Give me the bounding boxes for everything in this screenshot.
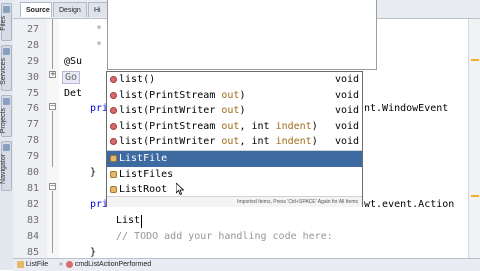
completion-item[interactable]: list() void	[107, 72, 362, 88]
tab-design[interactable]: Design	[53, 2, 87, 17]
files-tab-label: Files	[0, 16, 7, 31]
fold-guide-line	[52, 191, 53, 253]
javadoc-popup	[107, 0, 377, 70]
line-number: 78	[26, 135, 39, 146]
side-panel-strip: Files Services Projects Navigator	[0, 0, 14, 270]
code-line-tail: nt.WindowEvent	[364, 103, 449, 114]
code-line: *	[96, 24, 103, 35]
line-number: 27	[26, 24, 39, 35]
projects-icon	[3, 98, 10, 105]
code-line: Det	[64, 88, 83, 99]
code-completion-popup[interactable]: list() void list(PrintStream out) void l…	[106, 71, 363, 207]
line-number: 82	[26, 199, 39, 210]
code-line-annotation: @Su	[64, 56, 83, 67]
code-line-comment: // TODO add your handling code here:	[116, 231, 333, 242]
line-number: 80	[26, 167, 39, 178]
code-line: *	[96, 40, 103, 51]
line-number: 75	[26, 88, 39, 99]
completion-item[interactable]: list(PrintStream out) void	[107, 88, 362, 104]
line-number: 76	[26, 103, 39, 114]
breadcrumb-method[interactable]: » cmdListActionPerformed	[59, 259, 151, 270]
tab-history[interactable]: Hi	[88, 2, 108, 17]
class-icon	[110, 170, 117, 178]
expand-fold-icon[interactable]: +	[49, 71, 56, 78]
services-tab-label: Services	[0, 58, 7, 85]
navigator-tab[interactable]: Navigator	[0, 141, 12, 191]
services-tab[interactable]: Services	[0, 45, 12, 91]
method-icon	[65, 261, 73, 268]
code-line: }	[90, 167, 97, 178]
line-number: 77	[26, 119, 39, 130]
code-line-tail: wt.event.Action	[364, 199, 455, 210]
files-tab[interactable]: Files	[0, 3, 12, 41]
line-number: 28	[26, 40, 39, 51]
method-icon	[110, 122, 117, 130]
class-icon	[110, 155, 117, 162]
method-icon	[110, 91, 117, 99]
code-line-folded: Go	[62, 70, 81, 86]
projects-tab[interactable]: Projects	[0, 95, 12, 137]
completion-hint: Imported Items, Press 'Ctrl+SPACE' Again…	[107, 196, 362, 207]
class-icon	[110, 186, 117, 193]
breadcrumb-separator-icon: »	[59, 261, 63, 268]
line-number: 83	[26, 215, 39, 226]
code-fold-column: + − −	[47, 19, 59, 258]
line-number: 79	[26, 151, 39, 162]
breadcrumb-class[interactable]: ListFile	[17, 259, 48, 270]
fold-guide-line	[52, 19, 53, 69]
tab-source[interactable]: Source	[20, 2, 52, 17]
services-icon	[3, 48, 10, 55]
mouse-pointer-icon	[176, 183, 184, 195]
completion-item[interactable]: list(PrintStream out, int indent) void	[107, 119, 362, 135]
code-line-typed: List	[116, 215, 141, 226]
navigator-icon	[3, 144, 10, 151]
collapse-fold-icon[interactable]: −	[49, 183, 56, 190]
line-number: 30	[26, 72, 39, 83]
completion-item[interactable]: list(PrintWriter out) void	[107, 103, 362, 119]
folded-code-block[interactable]: Go	[62, 71, 81, 84]
text-caret	[141, 215, 142, 228]
navigation-breadcrumb: ListFile » cmdListActionPerformed	[13, 258, 480, 271]
line-number: 84	[26, 231, 39, 242]
projects-tab-label: Projects	[0, 108, 7, 134]
method-icon	[110, 107, 117, 114]
collapse-fold-icon[interactable]: −	[49, 103, 56, 110]
line-number: 81	[26, 183, 39, 194]
line-number: 29	[26, 56, 39, 67]
fold-guide-line	[52, 111, 53, 167]
method-icon	[110, 76, 117, 83]
completion-item-selected[interactable]: ListFile	[107, 151, 362, 167]
completion-item[interactable]: list(PrintWriter out, int indent) void	[107, 134, 362, 150]
warning-mark[interactable]	[471, 195, 479, 197]
files-icon	[3, 6, 10, 13]
method-icon	[110, 138, 117, 145]
navigator-tab-label: Navigator	[0, 154, 7, 184]
line-number-gutter: 27 28 29 30 75 76 77 78 79 80 81 82 83 8…	[13, 19, 48, 258]
warning-mark[interactable]	[471, 59, 479, 61]
class-icon	[17, 261, 24, 268]
completion-item[interactable]: ListFiles	[107, 167, 362, 183]
error-stripe[interactable]	[468, 19, 480, 258]
